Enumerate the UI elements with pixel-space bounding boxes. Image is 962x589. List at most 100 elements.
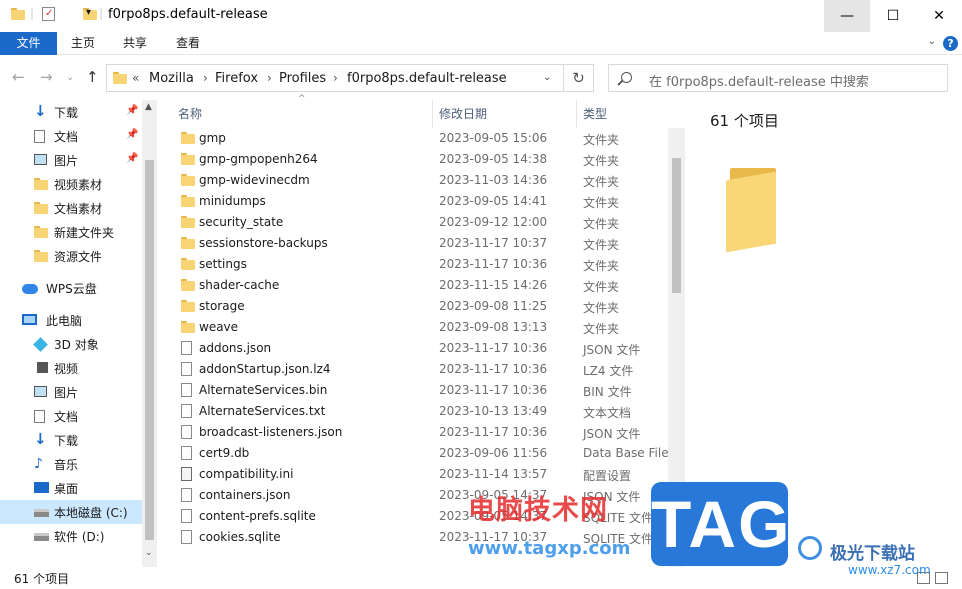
table-row[interactable]: addonStartup.json.lz4 2023-11-17 10:36 LZ4… [160,359,668,380]
breadcrumb-profiles[interactable]: Profiles [279,71,326,86]
forward-button[interactable]: → [40,68,53,86]
column-divider[interactable] [432,100,433,128]
nav-item-drive-c[interactable]: 本地磁盘 (C:) [0,500,142,524]
nav-item-drive-d[interactable]: 软件 (D:) [0,524,142,548]
watermark-site-name: 电脑技术网 [468,495,608,526]
table-row[interactable]: AlternateServices.txt 2023-10-13 13:49 文本文… [160,401,668,422]
document-icon [34,410,45,423]
scroll-up-icon[interactable]: ▲ [145,102,152,112]
table-row[interactable]: addons.json 2023-11-17 10:36 JSON 文件 [160,338,668,359]
nav-item-wps-cloud[interactable]: WPS云盘 [0,276,142,300]
search-input[interactable]: 在 f0rpo8ps.default-release 中搜索 [649,71,869,90]
nav-item-desktop[interactable]: 桌面 [0,476,142,500]
nav-item-music[interactable]: ♪ 音乐 [0,452,142,476]
table-row[interactable]: weave 2023-09-08 13:13 文件夹 [160,317,668,338]
up-button[interactable]: ↑ [86,68,99,86]
address-bar[interactable]: « Mozilla › Firefox › Profiles › f0rpo8p… [106,64,564,92]
breadcrumb-current[interactable]: f0rpo8ps.default-release [347,71,507,86]
folder-icon [181,237,195,249]
folder-icon [113,72,127,84]
nav-item-doc-assets[interactable]: 文档素材 [0,196,142,220]
nav-item-label: 图片 [54,386,79,400]
nav-item-pictures[interactable]: 图片 📌 [0,148,142,172]
table-row[interactable]: gmp-widevinecdm 2023-11-03 14:36 文件夹 [160,170,668,191]
table-row[interactable]: settings 2023-11-17 10:36 文件夹 [160,254,668,275]
file-name: AlternateServices.txt [199,404,326,418]
nav-item-pc-pictures[interactable]: 图片 [0,380,142,404]
table-row[interactable]: cert9.db 2023-09-06 11:56 Data Base File [160,443,669,464]
file-name: addonStartup.json.lz4 [199,362,331,376]
help-icon[interactable]: ? [943,36,958,51]
music-icon: ♪ [34,456,43,472]
nav-item-documents[interactable]: 文档 📌 [0,124,142,148]
file-icon [181,530,192,544]
navigation-pane: 下载 📌 文档 📌 图片 📌 视频素材 文档素材 新建文件夹 资源文件 WPS云… [0,100,160,567]
nav-item-this-pc[interactable]: 此电脑 [0,308,142,332]
pin-icon[interactable]: 📌 [126,153,138,164]
scroll-down-icon[interactable]: ⌄ [145,548,153,558]
table-row[interactable]: compatibility.ini 2023-11-14 13:57 配置设置 [160,464,668,485]
breadcrumb-mozilla[interactable]: Mozilla [149,71,194,86]
table-row[interactable]: broadcast-listeners.json 2023-11-17 10:36… [160,422,668,443]
file-date: 2023-11-03 14:36 [439,173,548,187]
file-name: minidumps [199,194,266,208]
tab-file[interactable]: 文件 [0,32,57,55]
table-row[interactable]: minidumps 2023-09-05 14:41 文件夹 [160,191,668,212]
column-header-type[interactable]: 类型 [583,100,607,128]
file-date: 2023-11-17 10:36 [439,383,548,397]
breadcrumb-separator[interactable]: › [333,71,338,85]
column-header-date[interactable]: 修改日期 [439,100,487,128]
nav-item-resources[interactable]: 资源文件 [0,244,142,268]
search-box[interactable]: 在 f0rpo8ps.default-release 中搜索 [608,64,948,92]
folder-icon [181,216,195,228]
expand-ribbon-icon[interactable]: ⌄ [928,36,936,47]
scrollbar-thumb[interactable] [672,158,681,293]
properties-icon[interactable]: ✓ [42,7,55,21]
tab-home[interactable]: 主页 [57,32,109,55]
breadcrumb-separator[interactable]: › [203,71,208,85]
table-row[interactable]: shader-cache 2023-11-15 14:26 文件夹 [160,275,668,296]
maximize-button[interactable]: ☐ [870,0,916,32]
nav-item-videos[interactable]: 视频 [0,356,142,380]
back-button[interactable]: ← [12,68,25,86]
folder-icon [181,321,195,333]
video-icon [34,362,48,373]
close-button[interactable]: ✕ [916,0,962,32]
table-row[interactable]: security_state 2023-09-12 12:00 文件夹 [160,212,668,233]
file-date: 2023-09-05 14:38 [439,152,548,166]
nav-scrollbar[interactable]: ▲ ⌄ [142,100,157,567]
nav-item-downloads[interactable]: 下载 📌 [0,100,142,124]
overflow-icon[interactable]: « [132,71,139,85]
nav-item-label: 下载 [54,434,79,448]
pin-icon[interactable]: 📌 [126,129,138,140]
nav-item-new-folder[interactable]: 新建文件夹 [0,220,142,244]
table-row[interactable]: AlternateServices.bin 2023-11-17 10:36 BIN… [160,380,668,401]
column-divider[interactable] [576,100,577,128]
computer-icon [22,314,37,325]
3d-objects-icon [33,337,48,352]
refresh-button[interactable]: ↻ [564,64,594,92]
table-row[interactable]: gmp-gmpopenh264 2023-09-05 14:38 文件夹 [160,149,668,170]
recent-locations-icon[interactable]: ⌄ [66,72,74,83]
nav-item-pc-downloads[interactable]: 下载 [0,428,142,452]
tab-share[interactable]: 共享 [109,32,161,55]
table-row[interactable]: sessionstore-backups 2023-11-17 10:37 文件夹 [160,233,668,254]
nav-item-3d-objects[interactable]: 3D 对象 [0,332,142,356]
minimize-button[interactable]: — [824,0,870,32]
file-type: LZ4 文件 [583,364,634,378]
large-icons-view-icon[interactable] [935,572,948,584]
settings-file-icon [181,467,192,481]
scrollbar-thumb[interactable] [145,160,154,540]
customize-toolbar-icon[interactable]: ▾ [86,7,91,18]
column-header-name[interactable]: 名称 [178,100,202,128]
nav-item-pc-documents[interactable]: 文档 [0,404,142,428]
table-row[interactable]: storage 2023-09-08 11:25 文件夹 [160,296,668,317]
table-row[interactable]: gmp 2023-09-05 15:06 文件夹 [160,128,668,149]
pin-icon[interactable]: 📌 [126,105,138,116]
tab-view[interactable]: 查看 [162,32,214,55]
nav-item-video-assets[interactable]: 视频素材 [0,172,142,196]
breadcrumb-separator[interactable]: › [267,71,272,85]
file-name: gmp-widevinecdm [199,173,310,187]
chevron-down-icon[interactable]: ⌄ [543,72,551,83]
breadcrumb-firefox[interactable]: Firefox [215,71,258,86]
